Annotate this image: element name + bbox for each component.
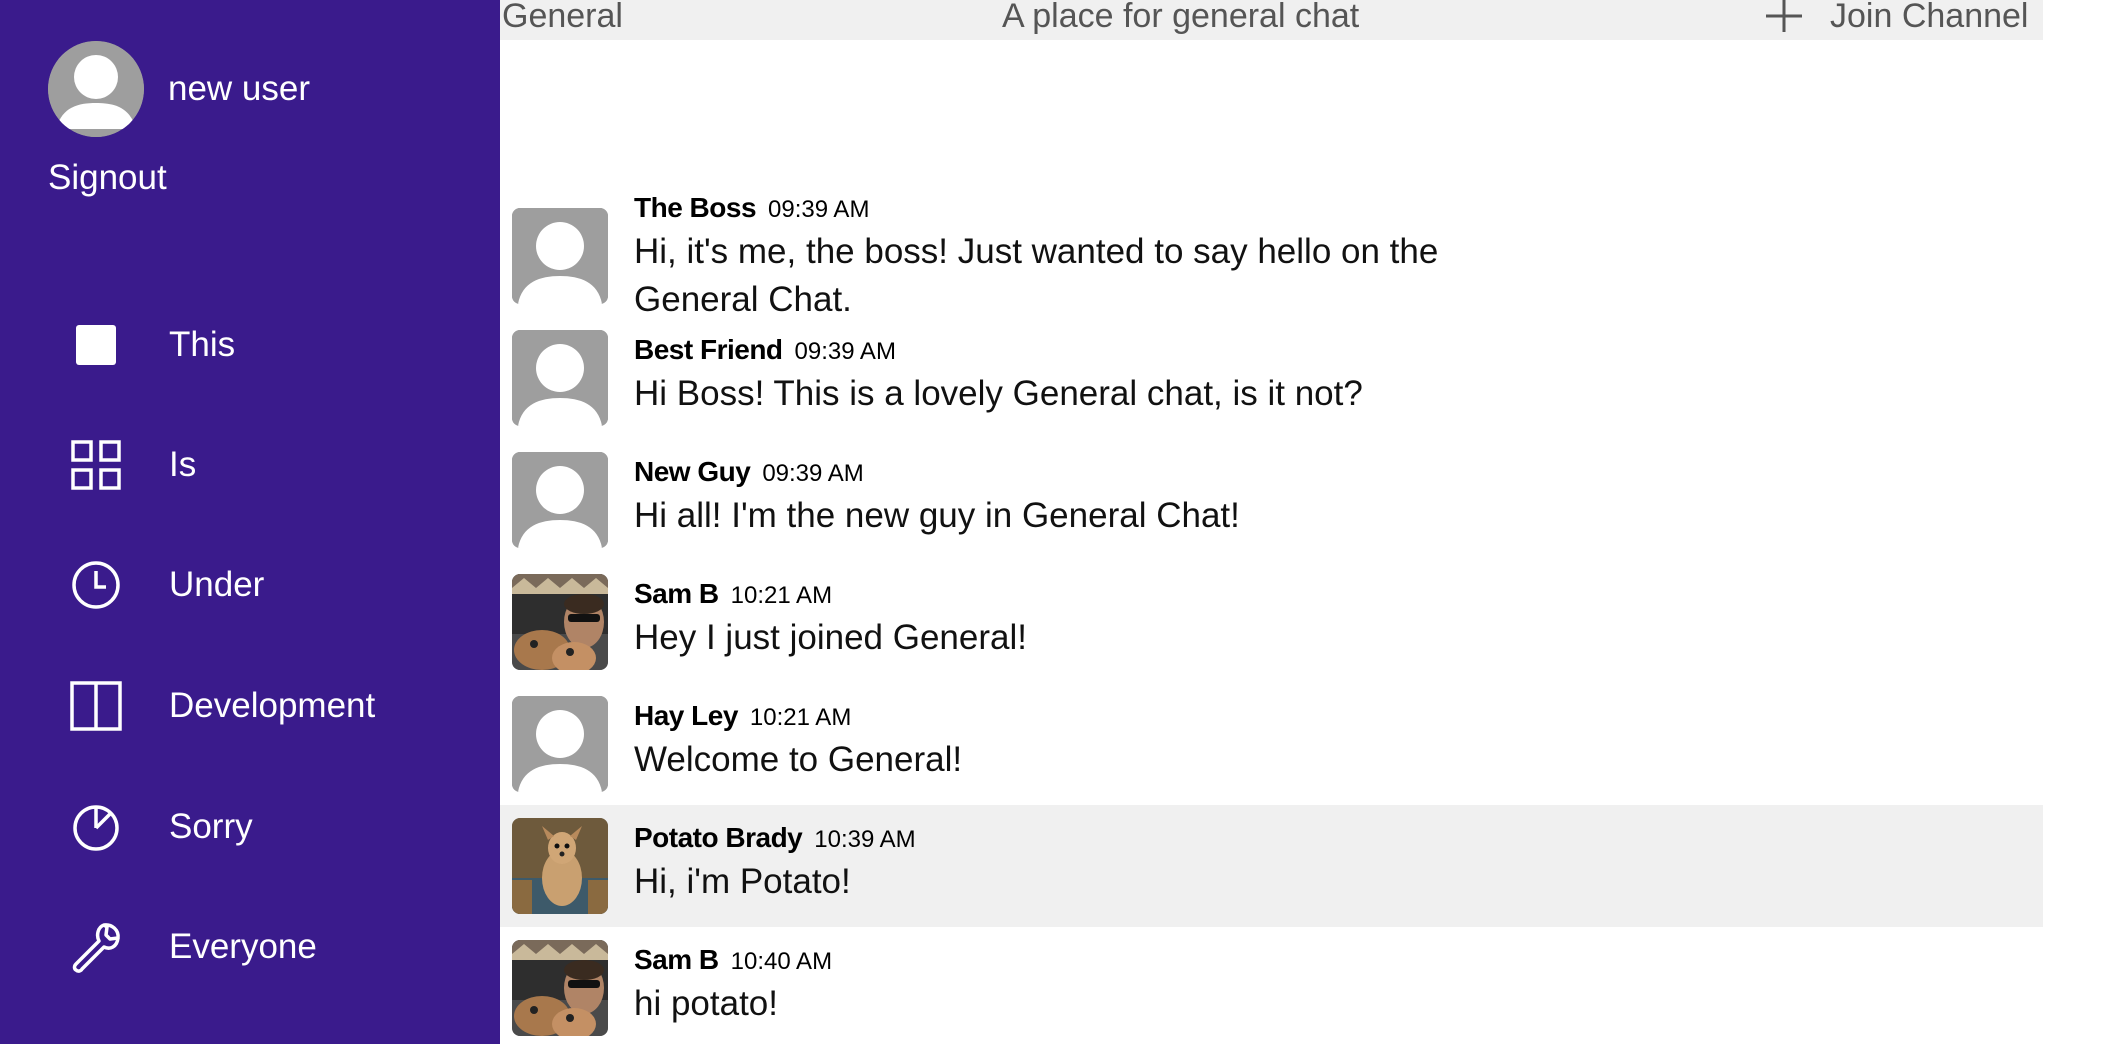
photo-avatar[interactable] (512, 574, 608, 670)
message-header: Hay Ley 10:21 AM (634, 700, 851, 732)
sidebar-item-this[interactable]: This (0, 290, 500, 400)
sidebar-item-label: This (169, 325, 236, 364)
sidebar-item-label: Under (169, 565, 265, 604)
square-icon (70, 319, 122, 371)
channel-header: General A place for general chat Join Ch… (500, 0, 2043, 40)
message-author[interactable]: Sam B (634, 578, 719, 610)
message-author[interactable]: Best Friend (634, 334, 783, 366)
sidebar-item-is[interactable]: Is (0, 410, 500, 520)
pie-chart-icon (70, 801, 122, 853)
channel-description: A place for general chat (1002, 0, 1360, 35)
message-author[interactable]: Hay Ley (634, 700, 738, 732)
plus-icon (1766, 0, 1802, 32)
message-time: 10:21 AM (749, 704, 852, 731)
message-item[interactable]: Potato Brady 10:39 AM Hi, i'm Potato! (500, 805, 2043, 927)
join-channel-label: Join Channel (1830, 0, 2029, 35)
photo-avatar[interactable] (512, 940, 608, 1036)
user-name: new user (168, 69, 311, 108)
message-text: hi potato! (634, 984, 778, 1023)
chat-app: new user Signout This Is Under Developme… (0, 0, 2122, 1044)
message-header: The Boss 09:39 AM (634, 192, 869, 224)
message-list[interactable]: The Boss 09:39 AM Hi, it's me, the boss!… (500, 40, 2043, 1044)
sidebar-item-sorry[interactable]: Sorry (0, 772, 500, 882)
message-text: Hi all! I'm the new guy in General Chat! (634, 496, 1240, 535)
signout-link[interactable]: Signout (48, 158, 167, 198)
message-author[interactable]: Sam B (634, 944, 719, 976)
user-avatar (48, 41, 144, 137)
message-header: New Guy 09:39 AM (634, 456, 864, 488)
sidebar: new user Signout This Is Under Developme… (0, 0, 500, 1044)
sidebar-item-label: Everyone (169, 927, 317, 966)
sidebar-item-label: Sorry (169, 807, 253, 846)
dog-photo-avatar[interactable] (512, 818, 608, 914)
default-avatar[interactable] (512, 696, 608, 792)
message-header: Best Friend 09:39 AM (634, 334, 896, 366)
sidebar-item-everyone[interactable]: Everyone (0, 892, 500, 1002)
default-avatar[interactable] (512, 452, 608, 548)
default-avatar-icon (48, 41, 144, 137)
join-channel-button[interactable]: Join Channel (1762, 0, 2028, 38)
message-text: Hi Boss! This is a lovely General chat, … (634, 374, 1363, 413)
message-text: Hi, it's me, the boss! Just wanted to sa… (634, 232, 1439, 319)
message-author[interactable]: New Guy (634, 456, 751, 488)
wrench-icon (70, 921, 122, 973)
message-item[interactable]: Sam B 10:21 AM Hey I just joined General… (500, 574, 2043, 696)
message-item[interactable]: New Guy 09:39 AM Hi all! I'm the new guy… (500, 452, 2043, 574)
message-text: Welcome to General! (634, 740, 963, 779)
grid-icon (70, 439, 122, 491)
sidebar-item-under[interactable]: Under (0, 530, 500, 640)
message-header: Sam B 10:40 AM (634, 944, 832, 976)
message-time: 09:39 AM (768, 196, 870, 223)
message-item[interactable]: Best Friend 09:39 AM Hi Boss! This is a … (500, 330, 2043, 452)
channel-name[interactable]: General (502, 0, 623, 34)
message-time: 09:39 AM (794, 338, 896, 365)
message-item[interactable]: Sam B 10:40 AM hi potato! (500, 940, 2043, 1044)
clock-icon (70, 559, 122, 611)
user-profile[interactable]: new user (48, 41, 310, 137)
message-author[interactable]: Potato Brady (634, 822, 803, 854)
message-item[interactable]: Hay Ley 10:21 AM Welcome to General! (500, 696, 2043, 818)
message-header: Sam B 10:21 AM (634, 578, 832, 610)
message-time: 10:21 AM (730, 582, 833, 609)
message-time: 10:39 AM (814, 826, 916, 853)
message-text: Hi, i'm Potato! (634, 862, 851, 901)
sidebar-item-label: Development (169, 686, 376, 725)
message-text: Hey I just joined General! (634, 618, 1027, 657)
default-avatar[interactable] (512, 330, 608, 426)
message-header: Potato Brady 10:39 AM (634, 822, 916, 854)
book-icon (70, 680, 122, 732)
message-time: 10:40 AM (730, 948, 833, 975)
message-author[interactable]: The Boss (634, 192, 757, 224)
message-time: 09:39 AM (762, 460, 864, 487)
default-avatar[interactable] (512, 208, 608, 304)
sidebar-item-label: Is (169, 445, 197, 484)
sidebar-item-development[interactable]: Development (0, 651, 500, 761)
